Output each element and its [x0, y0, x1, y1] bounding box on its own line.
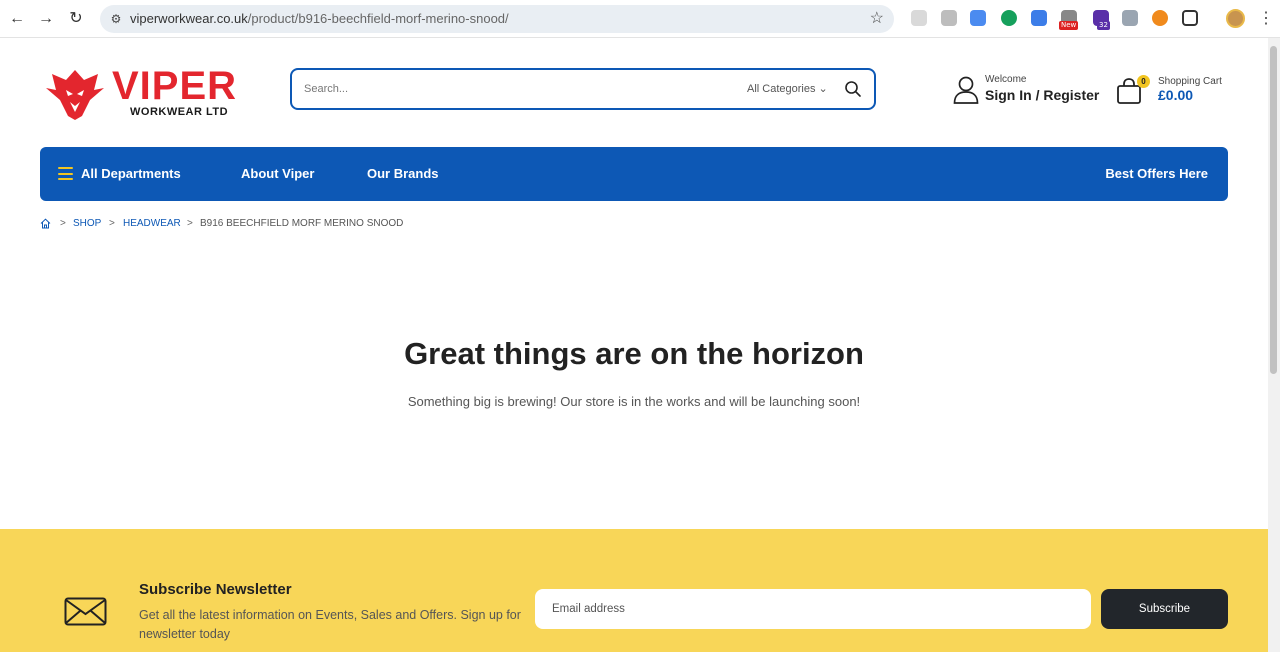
welcome-text: Welcome	[985, 74, 1027, 85]
reload-icon[interactable]: ↻	[65, 8, 87, 30]
newsletter-section: Subscribe Newsletter Get all the latest …	[0, 529, 1268, 652]
address-bar[interactable]: ⚙ viperworkwear.co.uk/product/b916-beech…	[100, 5, 894, 33]
home-icon[interactable]	[40, 218, 51, 229]
cart-total: £0.00	[1158, 87, 1194, 103]
document-extension-icon[interactable]	[1031, 10, 1047, 26]
page-scrollbar[interactable]	[1268, 38, 1280, 652]
shield-extension-icon[interactable]	[1122, 10, 1138, 26]
search-icon[interactable]	[844, 80, 862, 98]
category-select[interactable]: All Categories ⌄	[747, 81, 828, 97]
register-link[interactable]: Register	[1043, 87, 1099, 103]
separator: /	[1035, 87, 1040, 103]
newsletter-description: Get all the latest information on Events…	[139, 608, 521, 641]
count-badge: 32	[1097, 21, 1110, 30]
bookmark-star-icon[interactable]: ☆	[870, 9, 884, 29]
nav-all-departments[interactable]: All Departments	[81, 147, 181, 201]
search-input[interactable]	[304, 78, 724, 100]
sign-in-link[interactable]: Sign In	[985, 87, 1032, 103]
newsletter-title: Subscribe Newsletter	[139, 581, 292, 598]
email-field[interactable]	[535, 589, 1091, 629]
logo-wordmark: VIPER	[112, 64, 238, 108]
nav-our-brands[interactable]: Our Brands	[367, 147, 439, 201]
sign-in-register: Sign In / Register	[985, 87, 1099, 103]
page-title: Great things are on the horizon	[404, 336, 864, 371]
forward-arrow-icon[interactable]: →	[35, 8, 57, 30]
account-link[interactable]: Welcome Sign In / Register	[953, 72, 1109, 112]
cart-count-badge: 0	[1137, 75, 1150, 88]
url-text[interactable]: viperworkwear.co.uk/product/b916-beechfi…	[130, 5, 509, 33]
site-info-icon[interactable]: ⚙	[108, 11, 124, 27]
page-subtitle: Something big is brewing! Our store is i…	[407, 394, 861, 409]
browser-toolbar: ← → ↻ ⚙ viperworkwear.co.uk/product/b916…	[0, 0, 1280, 38]
nav-about-viper[interactable]: About Viper	[241, 147, 314, 201]
circle-extension-icon[interactable]	[1152, 10, 1168, 26]
recycle-extension-icon[interactable]	[911, 10, 927, 26]
browser-menu-icon[interactable]: ⋮	[1258, 9, 1274, 29]
puzzle-extensions-icon[interactable]	[1182, 10, 1198, 26]
breadcrumb-separator: >	[109, 218, 115, 229]
subscribe-button[interactable]: Subscribe	[1101, 589, 1228, 629]
main-navigation: All Departments About Viper Our Brands B…	[40, 147, 1228, 201]
breadcrumb-headwear[interactable]: HEADWEAR	[123, 216, 181, 232]
back-arrow-icon[interactable]: ←	[6, 8, 28, 30]
search-bar: All Categories ⌄	[290, 68, 876, 110]
breadcrumb-current: B916 BEECHFIELD MORF MERINO SNOOD	[200, 218, 404, 229]
chevron-down-icon: ⌄	[818, 83, 828, 95]
cart-label: Shopping Cart	[1158, 76, 1222, 87]
viper-snake-icon	[46, 70, 104, 120]
category-label: All Categories	[747, 83, 816, 95]
shopping-cart[interactable]: 0 Shopping Cart £0.00	[1116, 72, 1232, 112]
translate-extension-icon[interactable]	[970, 10, 986, 26]
scroll-thumb[interactable]	[1270, 46, 1277, 374]
logo-subtitle: WORKWEAR LTD	[130, 106, 229, 118]
envelope-icon	[64, 597, 107, 626]
breadcrumb-separator: >	[60, 218, 66, 229]
user-icon	[953, 76, 979, 104]
viper-logo[interactable]: VIPER WORKWEAR LTD	[46, 66, 256, 122]
profile-avatar[interactable]	[1226, 9, 1245, 28]
camera-extension-icon[interactable]	[941, 10, 957, 26]
breadcrumb-shop[interactable]: SHOP	[73, 216, 101, 232]
new-badge: New	[1059, 21, 1079, 30]
grammarly-extension-icon[interactable]	[1001, 10, 1017, 26]
breadcrumb-separator: >	[187, 218, 193, 229]
hamburger-menu-icon[interactable]	[58, 167, 73, 180]
nav-best-offers[interactable]: Best Offers Here	[1105, 147, 1208, 201]
